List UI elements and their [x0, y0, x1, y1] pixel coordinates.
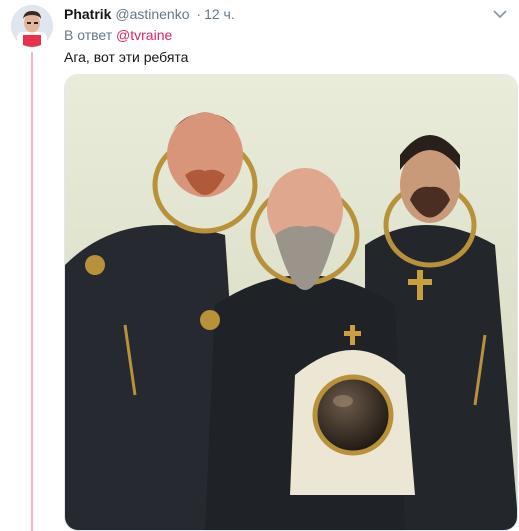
author-handle[interactable]: @astinenko	[115, 6, 189, 22]
chevron-down-icon[interactable]	[493, 9, 507, 19]
avatar[interactable]	[11, 5, 53, 47]
image-icon	[65, 75, 517, 530]
thread-line	[31, 52, 33, 531]
header-separator: ·	[196, 6, 202, 22]
avatar-image	[11, 5, 53, 47]
author-name[interactable]: Phatrik	[64, 6, 111, 22]
tweet-text: Ага, вот эти ребята	[64, 49, 189, 65]
reply-context: В ответ @tvraine	[64, 26, 172, 44]
tweet-media-image[interactable]	[64, 74, 518, 531]
tweet-header: Phatrik @astinenko · 12 ч.	[64, 5, 507, 23]
reply-mention-link[interactable]: @tvraine	[116, 27, 172, 43]
tweet-time[interactable]: 12 ч.	[204, 6, 235, 22]
reply-prefix: В ответ	[64, 27, 113, 43]
